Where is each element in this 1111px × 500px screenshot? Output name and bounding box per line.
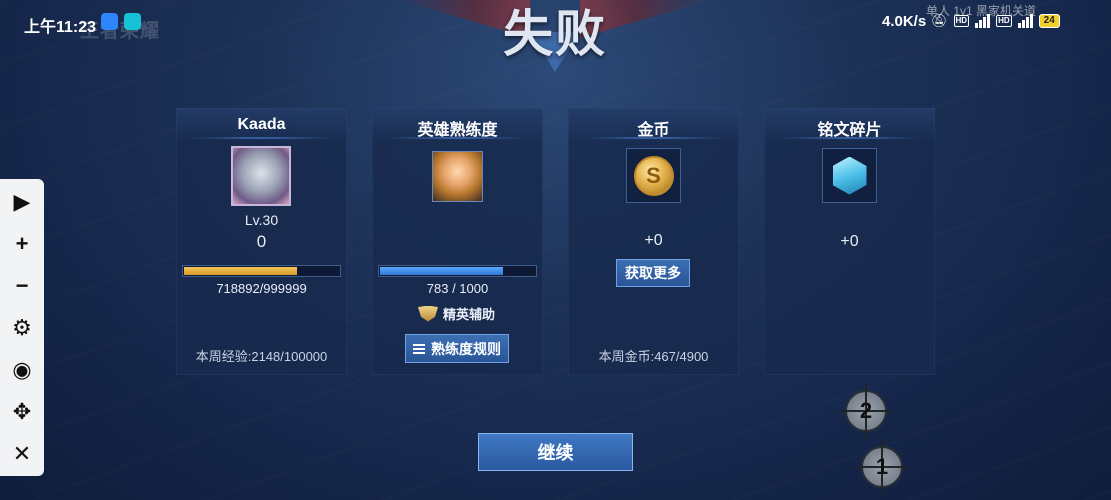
hero-rank: 精英辅助 [418, 304, 495, 323]
mastery-progress-fill [380, 267, 503, 275]
player-level: Lv.30 [244, 212, 279, 228]
player-avatar[interactable] [231, 146, 291, 206]
mute-icon: 🔕︎ [931, 13, 948, 28]
exp-progress-fill [184, 267, 297, 275]
get-more-gold-button[interactable]: 获取更多 [616, 259, 690, 287]
close-icon[interactable]: ✕ [0, 437, 44, 471]
tap-marker-label: 2 [859, 398, 873, 423]
rune-gain: +0 [840, 233, 859, 250]
hero-mastery-card: 英雄熟练度 783 / 1000 精英辅助 熟练度规则 [372, 108, 543, 375]
signal-icon-2 [1017, 14, 1033, 28]
tap-marker-2[interactable]: 2 [839, 384, 893, 438]
mastery-progress-bar [378, 265, 537, 277]
hd-badge-2: HD [996, 15, 1012, 27]
game-watermark: 王者荣耀 [80, 21, 161, 42]
tap-marker-label: 1 [875, 454, 889, 479]
plus-icon[interactable]: + [0, 227, 44, 261]
network-speed: 4.0K/s [882, 13, 927, 30]
notification-app-icon-2 [124, 13, 141, 30]
hero-mastery-title: 英雄熟练度 [417, 122, 498, 139]
floating-toolbar: ▶ + − ⚙ ◉ ✥ ✕ [0, 179, 44, 476]
weekly-exp: 本周经验:2148/100000 [195, 349, 328, 364]
background-texture [0, 0, 1111, 500]
gold-coin-icon: S [633, 155, 674, 196]
player-exp-gain: 0 [256, 232, 267, 251]
gear-icon[interactable]: ⚙ [0, 311, 44, 345]
list-icon [413, 343, 425, 354]
notification-app-icon [101, 13, 118, 30]
gold-icon-frame: S [626, 148, 681, 203]
tap-marker-1[interactable]: 1 [855, 440, 909, 494]
exp-progress-text: 718892/999999 [216, 281, 307, 296]
mastery-rules-button[interactable]: 熟练度规则 [405, 334, 509, 363]
status-icons: 🔕︎ HD HD 24 [931, 13, 1060, 29]
move-icon[interactable]: ✥ [0, 395, 44, 429]
mastery-progress-text: 783 / 1000 [426, 281, 489, 296]
gold-card: 金币 S +0 获取更多 本周金币:467/4900 [568, 108, 739, 375]
play-icon[interactable]: ▶ [0, 185, 44, 219]
player-card: Kaada Lv.30 0 718892/999999 本周经验:2148/10… [176, 108, 347, 375]
continue-button[interactable]: 继续 [478, 433, 633, 471]
defeat-title: 失败 [503, 6, 607, 62]
weekly-gold: 本周金币:467/4900 [598, 349, 709, 364]
rune-crystal-icon [832, 156, 867, 195]
hero-portrait [432, 151, 483, 202]
signal-icon [975, 14, 991, 28]
eye-off-icon[interactable]: ◉ [0, 353, 44, 387]
player-name: Kaada [237, 116, 286, 133]
gold-gain: +0 [644, 232, 663, 249]
minus-icon[interactable]: − [0, 269, 44, 303]
gold-title: 金币 [637, 122, 670, 139]
mastery-rules-label: 熟练度规则 [431, 340, 501, 357]
defeat-banner: 失败 [400, 0, 710, 72]
rune-card: 铭文碎片 +0 [764, 108, 935, 375]
rank-badge-icon [418, 305, 438, 322]
hero-rank-label: 精英辅助 [443, 307, 496, 322]
hd-badge: HD [953, 15, 970, 27]
rune-title: 铭文碎片 [817, 122, 882, 139]
exp-progress-bar [182, 265, 341, 277]
rune-icon-frame [822, 148, 877, 203]
battery-icon: 24 [1038, 14, 1060, 28]
